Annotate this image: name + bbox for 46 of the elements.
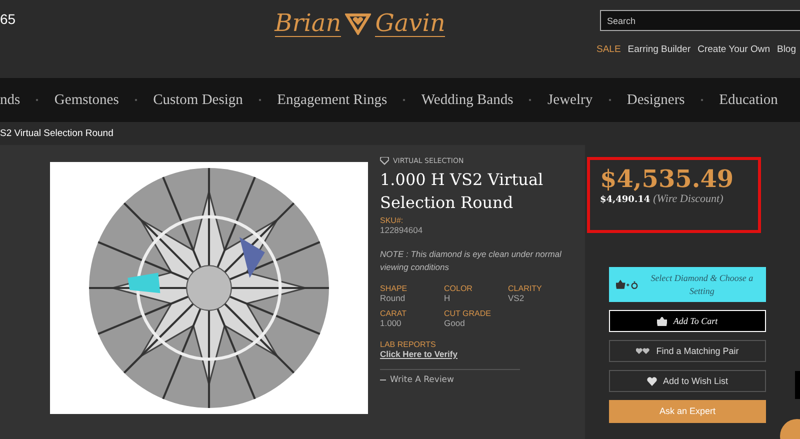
top-link[interactable]: Create Your Own (698, 44, 770, 55)
nav-item[interactable]: Wedding Bands (421, 92, 514, 108)
basket-plus-ring-icon (616, 279, 639, 290)
spec-value: Good (444, 318, 466, 328)
note-text: NOTE : This diamond is eye clean under normal viewing conditions (380, 248, 562, 274)
search-field[interactable]: Search (600, 10, 800, 31)
top-link[interactable]: Earring Builder (628, 44, 691, 55)
top-link[interactable]: SALE (596, 44, 621, 55)
wish-button[interactable]: Add to Wish List (609, 370, 766, 392)
nav-item[interactable]: Custom Design (153, 92, 243, 108)
breadcrumb[interactable]: S2 Virtual Selection Round (0, 128, 114, 139)
spec-label: CLARITY (508, 284, 543, 293)
price: $4,535.49 (600, 164, 735, 193)
setting-button[interactable]: Select Diamond & Choose a Setting (609, 267, 766, 302)
spec-value: H (444, 292, 452, 303)
wire-note: (Wire Discount) (653, 193, 724, 205)
diamond-icon (380, 157, 389, 165)
nav-item[interactable]: Education (719, 92, 778, 108)
logo[interactable]: Brian Gavin (274, 10, 446, 38)
basket-icon (657, 316, 668, 326)
nav-item[interactable]: nds (0, 92, 20, 108)
spec-value: 1.000 (380, 318, 402, 328)
spec-label: CUT GRADE (444, 308, 492, 318)
spec-label: SHAPE (380, 284, 408, 293)
nav-item[interactable]: Designers (626, 92, 685, 108)
spec-value: VS2 (508, 292, 526, 303)
product-title: 1.000 H VS2 Virtual Selection Round (380, 169, 544, 214)
nav-item[interactable]: Engagement Rings (277, 92, 388, 108)
spec-label: CARAT (380, 308, 408, 318)
review-link[interactable]: Write A Review (380, 374, 585, 385)
dash-icon (380, 376, 386, 383)
spec-value: Round (380, 292, 406, 303)
phone-number: 65 (0, 11, 16, 27)
pair-button[interactable]: Find a Matching Pair (609, 340, 766, 362)
spec-label: COLOR (444, 284, 474, 293)
heart-icon (646, 376, 657, 386)
spec-label: LAB REPORTS (380, 340, 437, 349)
nav-item[interactable]: Gemstones (54, 92, 119, 108)
hearts-icon (636, 348, 650, 354)
spec-label: SKU#: (380, 216, 404, 226)
top-link[interactable]: Blog (776, 44, 796, 55)
verify-link[interactable]: Click Here to Verify (380, 348, 585, 359)
cart-button[interactable]: Add To Cart (609, 310, 766, 332)
sku-value: 122894604 (380, 225, 424, 236)
nav-item[interactable]: Jewelry (548, 92, 593, 108)
wire-price: $4,490.14 (600, 195, 650, 205)
